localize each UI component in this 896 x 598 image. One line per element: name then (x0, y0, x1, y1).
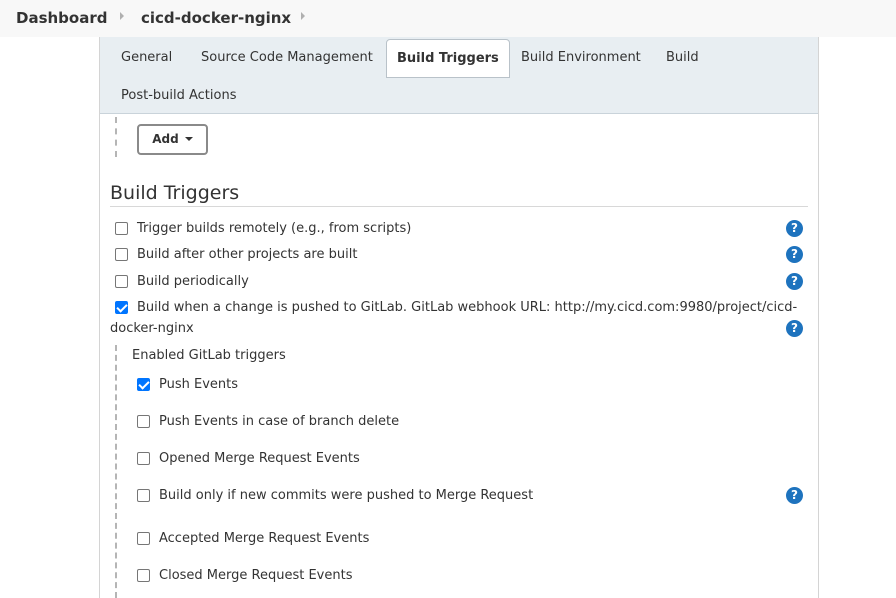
help-icon[interactable]: ? (786, 220, 803, 237)
caret-down-icon (184, 136, 193, 141)
breadcrumb-job[interactable]: cicd-docker-nginx (141, 8, 291, 28)
checkbox-build-only-new-commits[interactable] (137, 489, 150, 502)
section-divider (115, 117, 117, 157)
gitlab-push-trigger-label: Build when a change is pushed to GitLab.… (137, 300, 798, 315)
trigger-remotely-label: Trigger builds remotely (e.g., from scri… (137, 221, 412, 236)
closed-merge-request-label: Closed Merge Request Events (159, 568, 353, 583)
tab-build[interactable]: Build (666, 49, 699, 67)
section-divider (110, 206, 808, 207)
job-config-panel: General Source Code Management Build Tri… (99, 37, 819, 598)
breadcrumb: Dashboard cicd-docker-nginx (0, 0, 896, 37)
opened-merge-request-label: Opened Merge Request Events (159, 451, 360, 466)
help-icon[interactable]: ? (786, 320, 803, 337)
chevron-right-icon[interactable] (120, 12, 124, 20)
checkbox-opened-merge-request[interactable] (137, 452, 150, 465)
checkbox-gitlab-push-trigger[interactable] (115, 301, 128, 314)
push-events-label: Push Events (159, 377, 239, 392)
build-only-new-commits-label: Build only if new commits were pushed to… (159, 488, 534, 503)
checkbox-push-events[interactable] (137, 378, 150, 391)
section-title: Build Triggers (110, 182, 240, 204)
checkbox-build-after-other-projects[interactable] (115, 248, 128, 261)
build-after-other-projects-label: Build after other projects are built (137, 247, 358, 262)
help-icon[interactable]: ? (786, 273, 803, 290)
checkbox-trigger-remotely[interactable] (115, 222, 128, 235)
config-tabs: General Source Code Management Build Tri… (100, 37, 818, 114)
tab-general[interactable]: General (121, 49, 172, 67)
checkbox-closed-merge-request[interactable] (137, 569, 150, 582)
gitlab-push-trigger-label: docker-nginx (110, 321, 194, 336)
help-icon[interactable]: ? (786, 487, 803, 504)
tab-source-code-management[interactable]: Source Code Management (201, 49, 373, 67)
checkbox-accepted-merge-request[interactable] (137, 532, 150, 545)
nested-options-divider (115, 345, 117, 598)
gitlab-triggers-heading: Enabled GitLab triggers (132, 348, 286, 363)
checkbox-push-events-branch-delete[interactable] (137, 415, 150, 428)
add-button[interactable]: Add (137, 124, 208, 155)
breadcrumb-dashboard[interactable]: Dashboard (16, 8, 107, 28)
add-button-label: Add (152, 132, 179, 146)
push-events-branch-delete-label: Push Events in case of branch delete (159, 414, 400, 429)
build-periodically-label: Build periodically (137, 274, 249, 289)
chevron-right-icon[interactable] (301, 12, 305, 20)
help-icon[interactable]: ? (786, 246, 803, 263)
tab-post-build-actions[interactable]: Post-build Actions (121, 87, 236, 105)
tab-build-environment[interactable]: Build Environment (521, 49, 641, 67)
checkbox-build-periodically[interactable] (115, 275, 128, 288)
accepted-merge-request-label: Accepted Merge Request Events (159, 531, 370, 546)
tab-build-triggers[interactable]: Build Triggers (386, 39, 510, 78)
